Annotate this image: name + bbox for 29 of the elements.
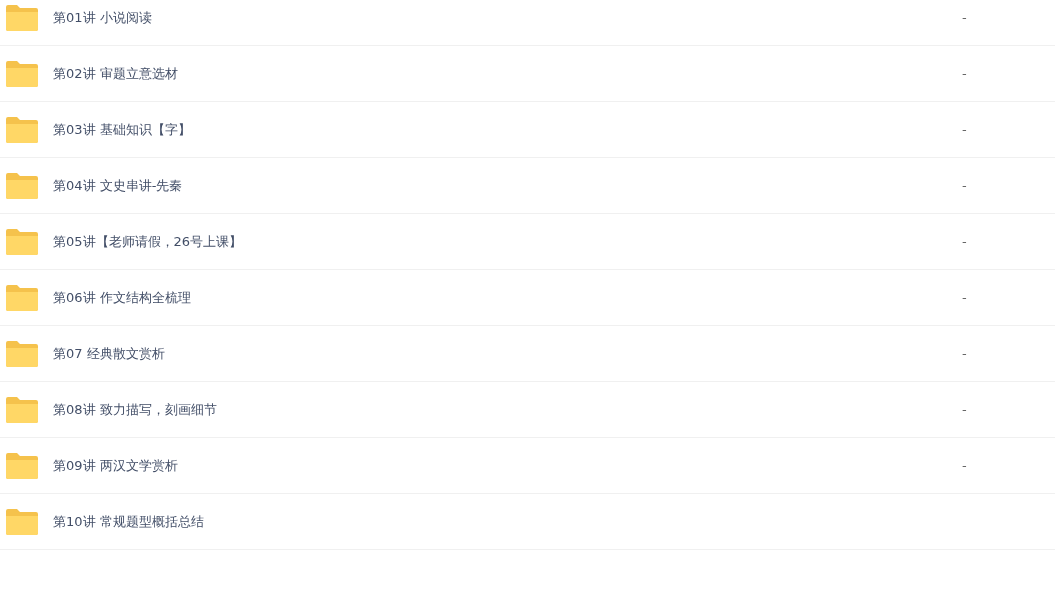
file-size: -: [962, 178, 967, 193]
folder-name[interactable]: 第07 经典散文赏析: [53, 344, 165, 363]
file-size: -: [962, 458, 967, 473]
folder-icon: [6, 340, 38, 367]
file-size: -: [962, 10, 967, 25]
folder-name[interactable]: 第04讲 文史串讲-先秦: [53, 176, 183, 195]
folder-name[interactable]: 第06讲 作文结构全梳理: [53, 288, 191, 307]
folder-name[interactable]: 第02讲 审题立意选材: [53, 64, 178, 83]
file-size: -: [962, 122, 967, 137]
file-size: -: [962, 66, 967, 81]
folder-icon: [6, 508, 38, 535]
folder-icon: [6, 396, 38, 423]
file-size: -: [962, 290, 967, 305]
folder-name[interactable]: 第05讲【老师请假，26号上课】: [53, 232, 243, 251]
folder-icon: [6, 284, 38, 311]
folder-name[interactable]: 第01讲 小说阅读: [53, 8, 152, 27]
folder-name[interactable]: 第03讲 基础知识【字】: [53, 120, 191, 139]
folder-icon: [6, 228, 38, 255]
file-size: -: [962, 234, 967, 249]
folder-name[interactable]: 第08讲 致力描写，刻画细节: [53, 400, 217, 419]
folder-icon: [6, 172, 38, 199]
folder-icon: [6, 452, 38, 479]
folder-name[interactable]: 第09讲 两汉文学赏析: [53, 456, 178, 475]
folder-icon: [6, 116, 38, 143]
folder-icon: [6, 60, 38, 87]
folder-name[interactable]: 第10讲 常规题型概括总结: [53, 512, 204, 531]
file-size: -: [962, 346, 967, 361]
file-size: -: [962, 402, 967, 417]
folder-icon: [6, 4, 38, 31]
